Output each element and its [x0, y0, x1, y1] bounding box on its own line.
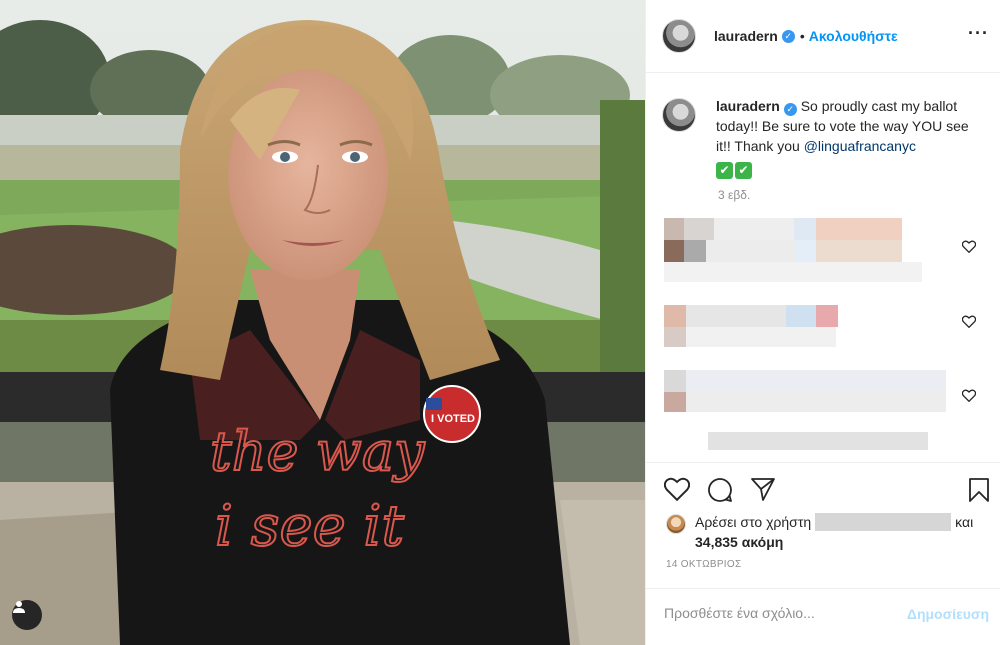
i-voted-sticker: I VOTED — [423, 385, 481, 443]
like-heart-icon[interactable] — [664, 477, 690, 501]
likes-count[interactable]: 34,835 ακόμη — [695, 532, 783, 552]
post-date[interactable]: 14 ΟΚΤΩΒΡΙΟΣ — [666, 559, 741, 570]
avatar[interactable] — [662, 19, 696, 53]
like-comment-heart-icon[interactable] — [962, 240, 976, 253]
add-comment-bar: Δημοσίευση — [646, 588, 1000, 645]
post-photo[interactable]: the way i see it I VOTED — [0, 0, 645, 645]
share-paper-plane-icon[interactable] — [750, 477, 776, 501]
verified-badge-icon: ✓ — [783, 103, 797, 116]
list-item — [664, 218, 924, 287]
post-side-panel: lauradern ✓ • Ακολουθήστε ··· lauradern ✓… — [645, 0, 1000, 645]
follow-button[interactable]: Ακολουθήστε — [809, 28, 898, 44]
hidden-username[interactable] — [815, 513, 952, 531]
verified-badge-icon: ✓ — [781, 29, 795, 43]
user-icon — [13, 601, 25, 613]
header-username[interactable]: lauradern — [714, 28, 778, 44]
likes-conjunction: και — [955, 514, 974, 530]
tagged-users-button[interactable] — [12, 600, 42, 630]
comment-input[interactable] — [664, 605, 884, 621]
check-mark-emoji-icon: ✔ — [716, 162, 733, 179]
caption: lauradern ✓ So proudly cast my ballot tod… — [662, 96, 992, 179]
likes-prefix: Αρέσει στο χρήστη — [695, 514, 812, 530]
caption-time[interactable]: 3 εβδ. — [718, 188, 750, 202]
check-mark-emoji-icon: ✔ — [735, 162, 752, 179]
comment-bubble-icon[interactable] — [707, 477, 733, 503]
sticker-text: I VOTED — [431, 413, 475, 425]
mention-link[interactable]: @linguafrancanyc — [804, 138, 916, 154]
like-comment-heart-icon[interactable] — [962, 315, 976, 328]
more-options-icon[interactable]: ··· — [968, 24, 989, 42]
list-item — [664, 370, 949, 455]
sweater-text-line2: i see it — [215, 494, 404, 559]
action-bar — [646, 462, 1000, 518]
caption-avatar[interactable] — [662, 98, 696, 132]
liker-avatar[interactable] — [666, 514, 686, 534]
like-comment-heart-icon[interactable] — [962, 389, 976, 402]
list-item — [664, 305, 864, 352]
blurred-comment — [664, 370, 946, 450]
post-header: lauradern ✓ • Ακολουθήστε ··· — [646, 0, 1000, 73]
post-comment-button[interactable]: Δημοσίευση — [907, 606, 989, 622]
caption-username[interactable]: lauradern — [716, 98, 780, 114]
post-image: the way i see it I VOTED — [0, 0, 645, 645]
sweater-text-line1: the way — [210, 420, 426, 483]
blurred-comment — [664, 305, 838, 347]
separator-dot: • — [799, 28, 805, 44]
save-bookmark-icon[interactable] — [968, 477, 990, 503]
blurred-comment — [664, 218, 922, 282]
